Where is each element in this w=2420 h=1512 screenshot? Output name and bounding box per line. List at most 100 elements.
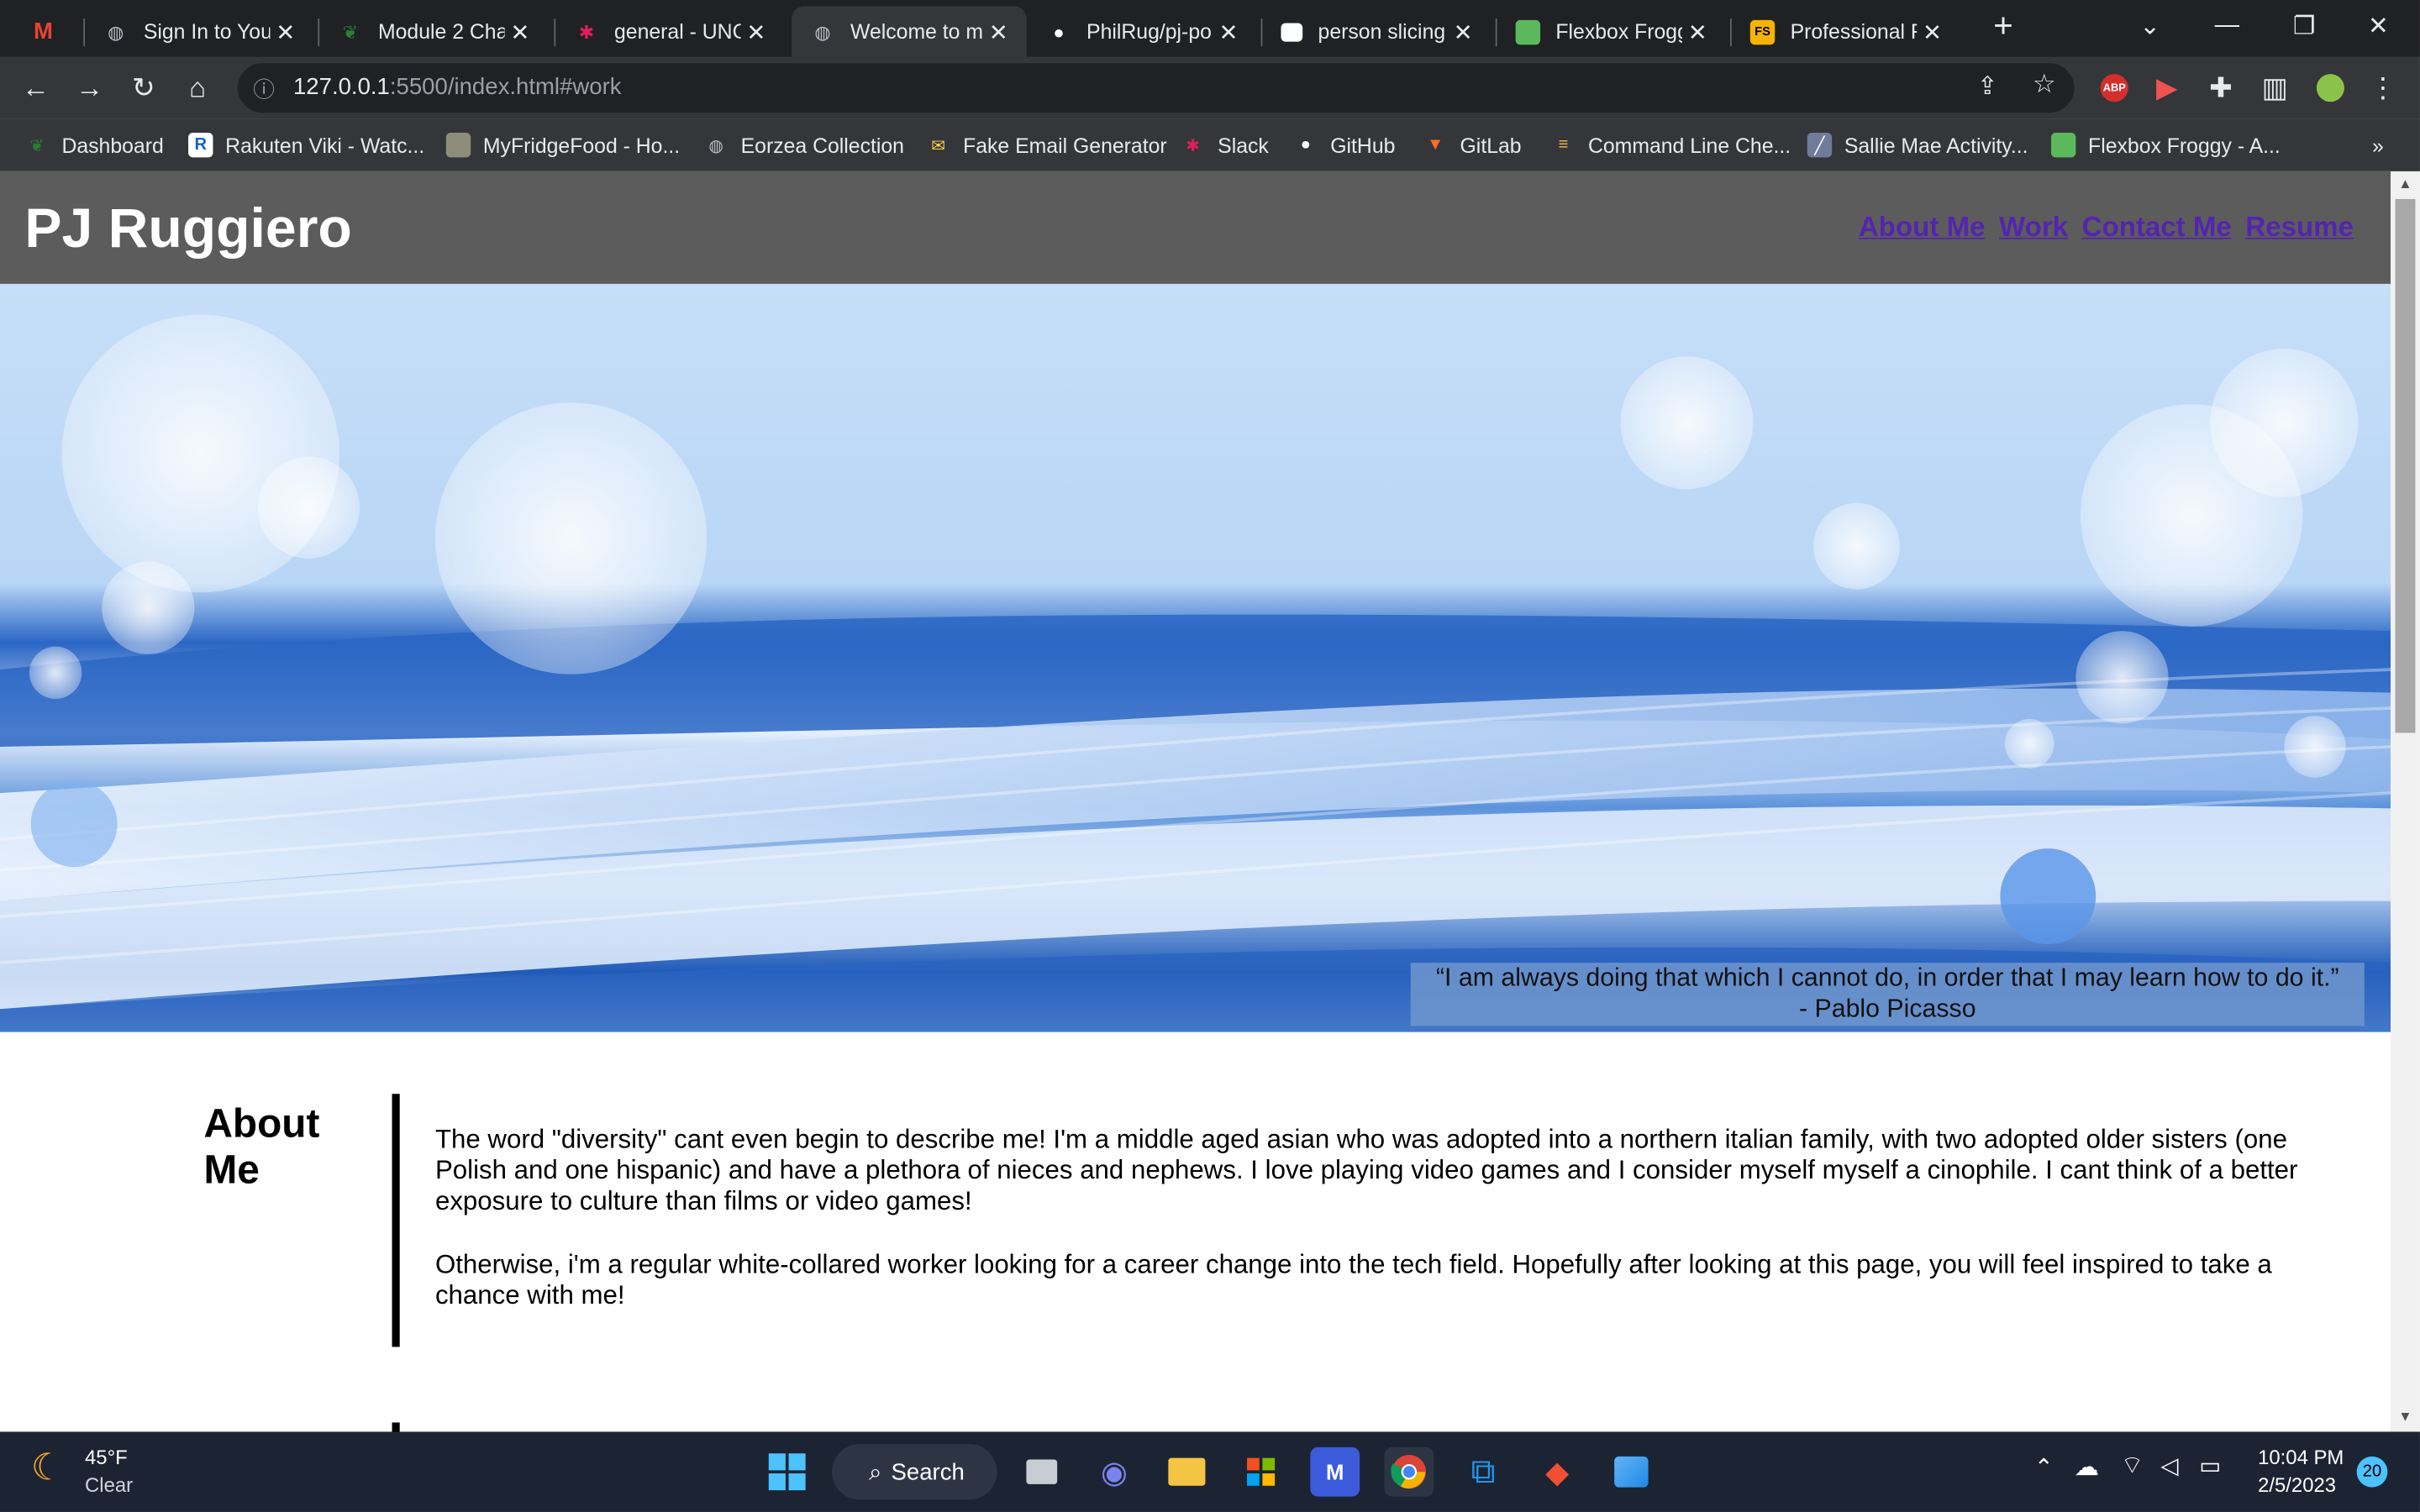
about-paragraph-2: Otherwise, i'm a regular white-collared … [434, 1249, 2272, 1310]
scroll-down-icon[interactable]: ▼ [2391, 1404, 2420, 1428]
bookmark-label: Sallie Mae Activity... [1844, 133, 2028, 157]
tab-gmail[interactable]: M [13, 6, 81, 57]
close-tab-icon[interactable]: ✕ [741, 18, 772, 45]
nav-link-about-me[interactable]: About Me [1859, 212, 1986, 244]
app-m-icon[interactable]: M [1310, 1446, 1360, 1497]
chrome-icon[interactable] [1384, 1446, 1434, 1497]
github-icon: ● [1300, 135, 1311, 155]
tab-item[interactable]: ● PhilRug/pj-po ✕ [1028, 6, 1256, 57]
nav-link-contact-me[interactable]: Contact Me [2082, 212, 2232, 244]
tab-item-active[interactable]: ◍ Welcome to m ✕ [792, 6, 1027, 57]
wifi-icon[interactable]: ⌔ [2121, 1450, 2144, 1481]
clock-date[interactable]: 2/5/2023 [2258, 1473, 2336, 1497]
tab-title: general - UNC [614, 19, 741, 44]
reload-icon[interactable]: ↻ [122, 66, 165, 109]
extensions-puzzle-icon[interactable]: ✚ [2199, 66, 2242, 109]
onedrive-icon[interactable]: ☁ [2075, 1452, 2099, 1483]
page-scrollbar[interactable]: ▲ ▼ [2391, 171, 2420, 1432]
globe-icon: ◍ [108, 20, 124, 43]
clock-time[interactable]: 10:04 PM [2258, 1446, 2344, 1469]
scroll-up-icon[interactable]: ▲ [2391, 171, 2420, 196]
section-divider [392, 1422, 400, 1432]
new-tab-icon[interactable]: + [1966, 0, 2040, 52]
tab-title: Flexbox Frogg [1555, 19, 1683, 44]
bookmark-flexbox-froggy[interactable]: Flexbox Froggy - A... [2050, 128, 2281, 161]
forward-icon[interactable]: → [68, 66, 111, 109]
ms-store-icon[interactable] [1236, 1447, 1286, 1497]
taskbar-search[interactable]: ⌕ Search [831, 1444, 997, 1500]
hero-banner: “I am always doing that which I cannot d… [0, 283, 2391, 1032]
tab-item[interactable]: FS Professional R ✕ [1732, 6, 1960, 57]
recorder-icon[interactable]: ▶ [2145, 66, 2188, 109]
home-icon[interactable]: ⌂ [176, 66, 218, 109]
task-view-icon[interactable] [1017, 1447, 1066, 1497]
tab-search-icon[interactable]: ⌄ [2112, 0, 2189, 52]
volume-icon[interactable]: ◁ [2160, 1452, 2178, 1479]
weather-temp[interactable]: 45°F [85, 1446, 128, 1469]
bookmark-gitlab[interactable]: ▼ GitLab [1423, 128, 1521, 161]
address-bar[interactable]: ⓘ 127.0.0.1:5500/index.html#work ⇪ ☆ [237, 63, 2075, 113]
close-tab-icon[interactable]: ✕ [1448, 18, 1479, 45]
vscode-icon[interactable]: ⧉ [1459, 1447, 1508, 1497]
close-tab-icon[interactable]: ✕ [1917, 18, 1948, 45]
slack-icon: ✱ [1186, 136, 1201, 155]
close-tab-icon[interactable]: ✕ [983, 18, 1014, 45]
battery-icon[interactable]: ▭ [2199, 1452, 2221, 1479]
chart-icon: ╱ [1807, 132, 1833, 158]
tab-item[interactable]: person slicing ✕ [1262, 6, 1491, 57]
close-tab-icon[interactable]: ✕ [1682, 18, 1713, 45]
bookmark-github[interactable]: ● GitHub [1293, 128, 1396, 161]
bookmark-label: MyFridgeFood - Ho... [482, 133, 681, 157]
tab-item[interactable]: ❦ Module 2 Chal ✕ [319, 6, 548, 57]
globe-icon: ◍ [708, 136, 724, 155]
bookmark-slack[interactable]: ✱ Slack [1181, 128, 1268, 161]
scroll-thumb[interactable] [2395, 198, 2416, 733]
bookmark-fake-email[interactable]: ✉ Fake Email Generator [926, 128, 1166, 161]
notification-badge[interactable]: 20 [2356, 1456, 2388, 1488]
windows-start-icon[interactable] [762, 1447, 812, 1497]
close-tab-icon[interactable]: ✕ [505, 18, 536, 45]
info-icon[interactable]: ⓘ [253, 74, 275, 105]
photos-icon[interactable] [1607, 1447, 1656, 1497]
profile-avatar-icon[interactable] [2309, 66, 2352, 109]
minimize-icon[interactable]: — [2188, 0, 2265, 52]
url-host: 127.0.0.1 [292, 74, 390, 101]
menu-kebab-icon[interactable]: ⋮ [2361, 66, 2404, 109]
tab-strip: M ◍ Sign In to Your ✕ ❦ Module 2 Chal ✕ … [0, 0, 2420, 57]
quote-text: “I am always doing that which I cannot d… [1435, 963, 2339, 992]
moon-weather-icon[interactable]: ☾ [31, 1446, 65, 1490]
nav-link-work[interactable]: Work [1999, 212, 2068, 244]
bookmark-sallie-mae[interactable]: ╱ Sallie Mae Activity... [1807, 128, 2028, 161]
bookmark-myfridgefood[interactable]: MyFridgeFood - Ho... [445, 128, 681, 161]
tab-item[interactable]: Flexbox Frogg ✕ [1497, 6, 1726, 57]
bookmark-eorzea[interactable]: ◍ Eorzea Collection [704, 128, 904, 161]
back-icon[interactable]: ← [14, 66, 57, 109]
tab-item[interactable]: ◍ Sign In to Your ✕ [85, 6, 313, 57]
frog-icon [2050, 132, 2076, 158]
tab-item[interactable]: ✱ general - UNC ✕ [555, 6, 784, 57]
bookmark-viki[interactable]: R Rakuten Viki - Watc... [188, 128, 424, 161]
bookmark-command-line[interactable]: ≡ Command Line Che... [1551, 128, 1791, 161]
close-tab-icon[interactable]: ✕ [1213, 18, 1244, 45]
side-panel-icon[interactable]: ▥ [2254, 66, 2296, 109]
gmail-icon: M [33, 18, 53, 45]
git-icon[interactable]: ◆ [1533, 1447, 1582, 1497]
more-bookmarks-icon[interactable]: » [2372, 128, 2384, 161]
fridge-icon [445, 132, 471, 158]
restore-icon[interactable]: ❐ [2265, 0, 2343, 52]
tray-overflow-icon[interactable]: ⌃ [2034, 1453, 2054, 1481]
file-explorer-icon[interactable] [1162, 1447, 1212, 1497]
leaf-icon: ❦ [29, 136, 45, 155]
close-tab-icon[interactable]: ✕ [270, 18, 301, 45]
share-icon[interactable]: ⇪ [1977, 71, 1998, 102]
close-window-icon[interactable]: ✕ [2339, 0, 2417, 52]
weather-desc[interactable]: Clear [85, 1473, 133, 1497]
nav-link-resume[interactable]: Resume [2245, 212, 2354, 244]
site-nav: About Me Work Contact Me Resume [1859, 212, 2354, 244]
bookmark-dashboard[interactable]: ❦ Dashboard [24, 128, 164, 161]
bookmark-star-icon[interactable]: ☆ [2033, 70, 2056, 101]
adblock-icon[interactable]: ABP [2093, 66, 2136, 109]
teams-chat-icon[interactable]: ◉ [1090, 1447, 1139, 1497]
site-header: PJ Ruggiero About Me Work Contact Me Res… [0, 171, 2391, 284]
terminal-icon: ≡ [1558, 135, 1569, 155]
